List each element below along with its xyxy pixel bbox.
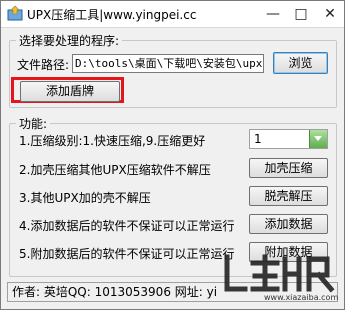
close-icon[interactable]: ✕ — [316, 1, 344, 27]
compress-level-label: 1.压缩级别:1.快速压缩,9.压缩更好 — [19, 134, 206, 148]
add-data-button[interactable]: 添加数据 — [249, 214, 328, 234]
program-group-legend: 选择要处理的程序: — [19, 34, 120, 48]
window-title: UPX压缩工具|www.yingpei.cc — [27, 8, 197, 22]
add-data-label: 4.添加数据后的软件不保证可以正常运行 — [19, 219, 235, 233]
maximize-icon[interactable]: □ — [287, 1, 315, 27]
title-bar: UPX压缩工具|www.yingpei.cc — □ ✕ — [1, 1, 344, 28]
app-window: UPX压缩工具|www.yingpei.cc — □ ✕ 选择要处理的程序: 文… — [0, 0, 345, 310]
app-icon — [7, 5, 23, 21]
minimize-icon[interactable]: — — [259, 1, 287, 27]
file-path-label: 文件路径: — [17, 58, 70, 72]
watermark-url: www.xiazaiba.com — [264, 293, 339, 302]
unpack-button[interactable]: 脱壳解压 — [249, 186, 328, 206]
pack-compress-button[interactable]: 加壳压缩 — [249, 158, 328, 178]
compress-level-select[interactable]: 1 — [249, 129, 328, 149]
function-group-legend: 功能: — [19, 117, 48, 131]
add-shield-button[interactable]: 添加盾牌 — [20, 81, 120, 102]
append-data-label: 5.附加数据后的软件不保证可以正常运行 — [19, 247, 235, 261]
unpack-label: 3.其他UPX加的壳不解压 — [19, 191, 151, 205]
file-path-input[interactable]: D:\tools\桌面\下载吧\安装包\upx — [72, 54, 264, 73]
pack-compress-label: 2.加壳压缩其他UPX压缩软件不解压 — [19, 163, 211, 177]
chevron-down-icon[interactable] — [309, 130, 327, 148]
compress-level-value: 1 — [254, 132, 262, 146]
browse-button[interactable]: 浏览 — [273, 52, 328, 74]
